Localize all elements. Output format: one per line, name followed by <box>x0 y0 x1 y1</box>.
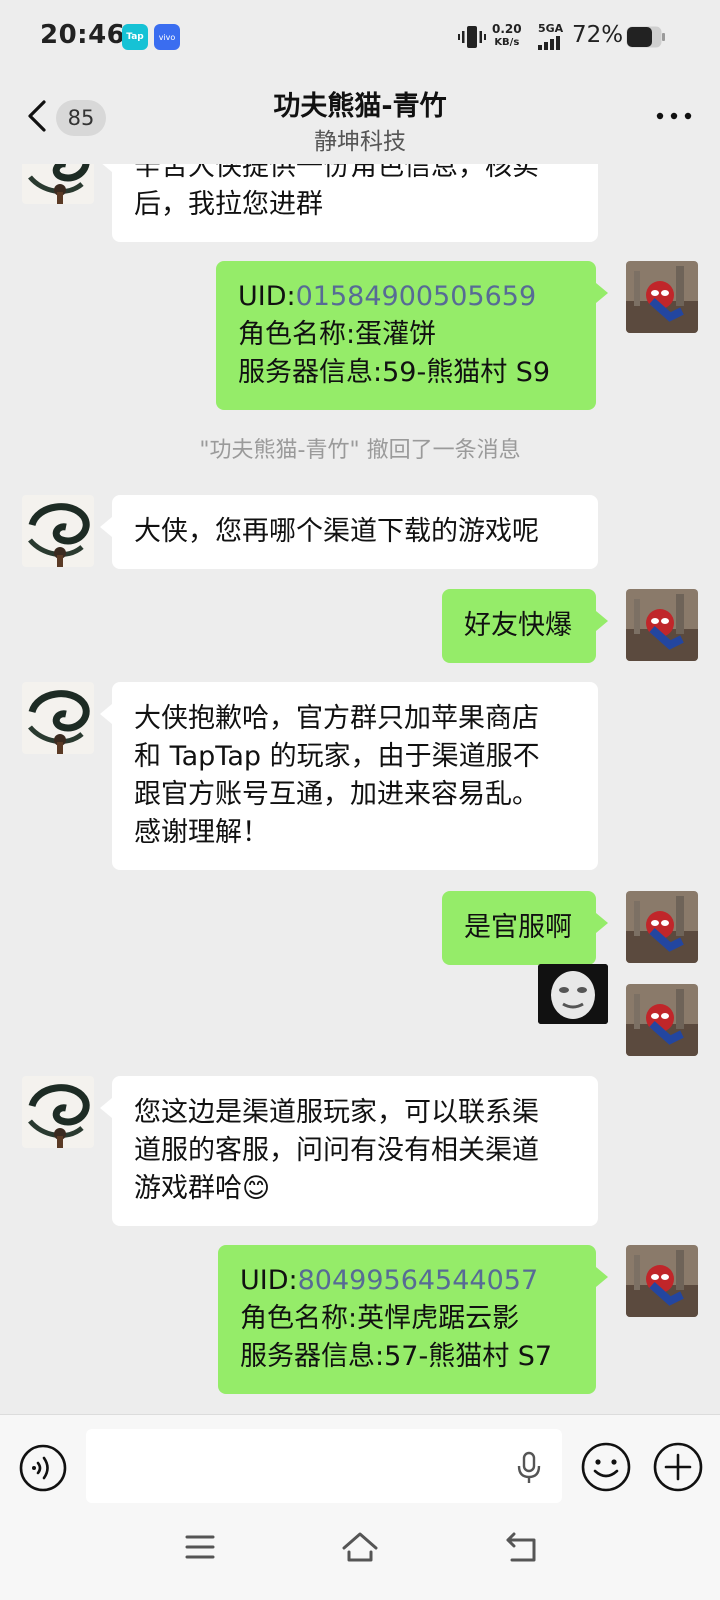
message-bubble-sent[interactable]: 好友快爆 <box>442 589 608 663</box>
ink-swirl-avatar-image <box>22 1076 94 1148</box>
message-bubble-received[interactable]: 辛苦大侠提供一份角色信息，核实 后，我拉您进群 <box>100 164 598 242</box>
status-time: 20:46 <box>40 20 126 50</box>
message-line: 角色名称:蛋灌饼 <box>238 319 437 350</box>
spiderman-avatar-image <box>626 261 698 333</box>
my-avatar[interactable] <box>626 1245 698 1317</box>
uid-label: UID: <box>240 1265 298 1296</box>
spiderman-avatar-image <box>626 891 698 963</box>
chat-header: 85 功夫熊猫-青竹 静坤科技 <box>0 72 720 164</box>
battery-icon <box>626 26 665 48</box>
meme-face-icon <box>538 964 608 1024</box>
my-avatar[interactable] <box>626 984 698 1056</box>
spiderman-avatar-image <box>626 1245 698 1317</box>
message-line: 和 TapTap 的玩家，由于渠道服不 <box>134 741 540 772</box>
message-bubble-sent[interactable]: 是官服啊 <box>442 891 608 965</box>
menu-icon[interactable] <box>184 1532 216 1562</box>
net-speed: 0.20 KB/s <box>492 22 522 50</box>
message-line: 游戏群哈😊 <box>134 1170 576 1208</box>
message-bubble-sent[interactable]: UID:01584900505659 角色名称:蛋灌饼 服务器信息:59-熊猫村… <box>216 261 608 410</box>
message-line: 感谢理解！ <box>134 817 269 848</box>
my-avatar[interactable] <box>626 891 698 963</box>
recall-notice: "功夫熊猫-青竹" 撤回了一条消息 <box>199 438 521 463</box>
signal-icon <box>538 36 560 50</box>
voice-icon[interactable] <box>18 1443 68 1493</box>
message-text: 大侠，您再哪个渠道下载的游戏呢 <box>134 516 539 547</box>
ink-swirl-avatar-image <box>22 682 94 754</box>
contact-avatar[interactable] <box>22 495 94 567</box>
spiderman-avatar-image <box>626 589 698 661</box>
my-avatar[interactable] <box>626 589 698 661</box>
net-speed-value: 0.20 <box>492 22 522 36</box>
plus-icon[interactable] <box>652 1441 704 1493</box>
more-dots-icon[interactable] <box>654 106 694 126</box>
ink-swirl-avatar-image <box>22 164 94 204</box>
uid-link[interactable]: 01584900505659 <box>296 281 537 312</box>
message-bubble-received[interactable]: 大侠，您再哪个渠道下载的游戏呢 <box>100 495 598 569</box>
home-icon[interactable] <box>340 1530 380 1564</box>
message-text: 是官服啊 <box>464 912 572 943</box>
message-input[interactable] <box>86 1429 562 1503</box>
uid-link[interactable]: 80499564544057 <box>298 1265 539 1296</box>
message-bubble-received[interactable]: 大侠抱歉哈，官方群只加苹果商店 和 TapTap 的玩家，由于渠道服不 跟官方账… <box>100 682 598 870</box>
status-bar: 20:46 Tap vivo 0.20 KB/s 5GA 72% <box>0 0 720 72</box>
message-list[interactable]: 辛苦大侠提供一份角色信息，核实 后，我拉您进群 UID:015849005056… <box>0 164 720 1414</box>
message-bubble-received[interactable]: 您这边是渠道服玩家，可以联系渠 道服的客服，问问有没有相关渠道 游戏群哈😊 <box>100 1076 598 1226</box>
message-line: 服务器信息:59-熊猫村 S9 <box>238 357 551 388</box>
taptap-badge-icon: Tap <box>122 24 148 50</box>
smile-emoji-icon: 😊 <box>242 1173 271 1204</box>
message-line-text: 游戏群哈 <box>134 1173 242 1204</box>
my-avatar[interactable] <box>626 261 698 333</box>
message-bubble-sent[interactable]: UID:80499564544057 角色名称:英悍虎踞云影 服务器信息:57-… <box>218 1245 608 1394</box>
microphone-icon[interactable] <box>516 1451 542 1485</box>
message-line: 跟官方账号互通，加进来容易乱。 <box>134 779 539 810</box>
ink-swirl-avatar-image <box>22 495 94 567</box>
net-speed-unit: KB/s <box>494 37 520 48</box>
message-line: 辛苦大侠提供一份角色信息，核实 <box>134 164 539 182</box>
contact-avatar[interactable] <box>22 164 94 204</box>
message-line: 道服的客服，问问有没有相关渠道 <box>134 1135 539 1166</box>
input-bar <box>0 1414 720 1523</box>
chat-subtitle: 静坤科技 <box>314 129 406 155</box>
uid-label: UID: <box>238 281 296 312</box>
chat-title: 功夫熊猫-青竹 <box>273 91 447 122</box>
meme-face-sticker[interactable] <box>538 964 608 1024</box>
emoji-icon[interactable] <box>580 1441 632 1493</box>
uid-line: UID:01584900505659 <box>238 278 574 316</box>
contact-avatar[interactable] <box>22 1076 94 1148</box>
message-text: 好友快爆 <box>464 610 572 641</box>
back-arrow-icon[interactable] <box>504 1530 540 1564</box>
uid-line: UID:80499564544057 <box>240 1262 574 1300</box>
message-line: 角色名称:英悍虎踞云影 <box>240 1303 520 1334</box>
vibrate-icon <box>458 26 486 48</box>
message-line: 您这边是渠道服玩家，可以联系渠 <box>134 1097 539 1128</box>
vivo-badge-icon: vivo <box>154 24 180 50</box>
system-nav-bar <box>0 1522 720 1600</box>
battery-percent: 72% <box>572 22 624 48</box>
message-line: 大侠抱歉哈，官方群只加苹果商店 <box>134 703 539 734</box>
message-line: 服务器信息:57-熊猫村 S7 <box>240 1341 553 1372</box>
message-line: 后，我拉您进群 <box>134 189 323 220</box>
spiderman-avatar-image <box>626 984 698 1056</box>
contact-avatar[interactable] <box>22 682 94 754</box>
